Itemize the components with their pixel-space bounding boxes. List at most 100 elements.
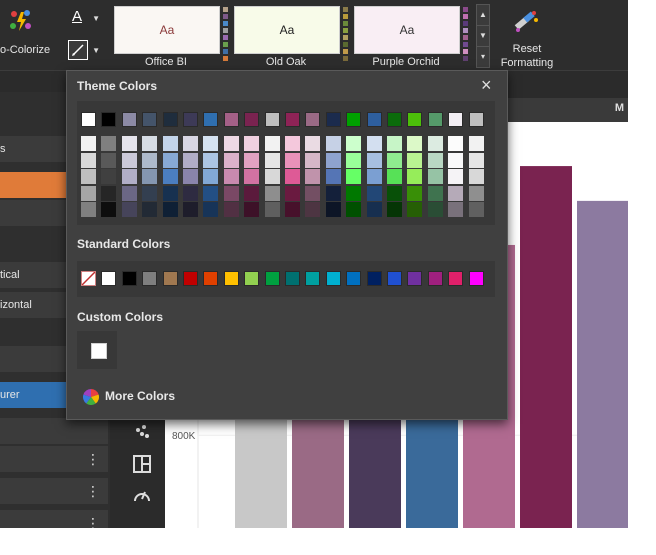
theme-shade-swatch[interactable] — [203, 152, 219, 168]
theme-shade-swatch[interactable] — [325, 152, 341, 168]
theme-shade-swatch[interactable] — [468, 169, 484, 184]
theme-shade-swatch[interactable] — [264, 169, 280, 184]
theme-shade-swatch[interactable] — [162, 152, 178, 168]
theme-shade-swatch[interactable] — [142, 202, 158, 217]
theme-shade-swatch[interactable] — [183, 152, 198, 168]
theme-shade-swatch[interactable] — [468, 152, 484, 168]
theme-shade-swatch[interactable] — [387, 202, 402, 217]
standard-color-swatch[interactable] — [346, 271, 362, 286]
theme-card[interactable]: Aa — [354, 6, 468, 61]
standard-color-swatch[interactable] — [387, 271, 402, 286]
standard-color-swatch[interactable] — [407, 271, 423, 286]
theme-shade-swatch[interactable] — [183, 136, 198, 151]
theme-shade-swatch[interactable] — [162, 136, 178, 151]
theme-shade-swatch[interactable] — [121, 202, 137, 217]
theme-shade-swatch[interactable] — [366, 152, 382, 168]
theme-color-swatch[interactable] — [427, 112, 443, 127]
theme-shade-swatch[interactable] — [346, 152, 362, 168]
scroll-down-icon[interactable]: ▼ — [477, 26, 489, 47]
theme-shade-swatch[interactable] — [81, 136, 96, 151]
theme-color-swatch[interactable] — [366, 112, 382, 127]
gauge-icon[interactable] — [124, 480, 160, 512]
theme-shade-swatch[interactable] — [305, 202, 321, 217]
theme-shade-swatch[interactable] — [325, 202, 341, 217]
theme-shade-swatch[interactable] — [407, 185, 423, 201]
standard-color-swatch[interactable] — [427, 271, 443, 286]
theme-shade-swatch[interactable] — [448, 169, 464, 184]
theme-color-swatch[interactable] — [203, 112, 219, 127]
theme-shade-swatch[interactable] — [81, 185, 96, 201]
theme-shade-swatch[interactable] — [407, 136, 423, 151]
theme-color-swatch[interactable] — [387, 112, 402, 127]
theme-shade-swatch[interactable] — [468, 185, 484, 201]
theme-card[interactable]: Aa — [114, 6, 228, 61]
standard-color-swatch[interactable] — [244, 271, 260, 286]
auto-colorize-icon[interactable] — [8, 8, 34, 34]
theme-shade-swatch[interactable] — [346, 169, 362, 184]
standard-color-swatch[interactable] — [264, 271, 280, 286]
settings-row[interactable]: ⋮ — [0, 510, 108, 528]
theme-shade-swatch[interactable] — [285, 152, 300, 168]
standard-color-swatch[interactable] — [223, 271, 239, 286]
theme-color-swatch[interactable] — [285, 112, 300, 127]
theme-name-label[interactable]: Office BI — [114, 56, 218, 68]
theme-shade-swatch[interactable] — [448, 202, 464, 217]
standard-color-swatch[interactable] — [162, 271, 178, 286]
theme-shade-swatch[interactable] — [121, 152, 137, 168]
theme-shade-swatch[interactable] — [101, 152, 117, 168]
theme-shade-swatch[interactable] — [81, 152, 96, 168]
theme-shade-swatch[interactable] — [366, 136, 382, 151]
standard-color-swatch[interactable] — [468, 271, 484, 286]
theme-shade-swatch[interactable] — [244, 136, 260, 151]
custom-color-tile[interactable] — [77, 331, 117, 369]
theme-shade-swatch[interactable] — [203, 136, 219, 151]
theme-shade-swatch[interactable] — [223, 152, 239, 168]
bar-7[interactable] — [577, 200, 628, 528]
theme-shade-swatch[interactable] — [285, 202, 300, 217]
theme-shade-swatch[interactable] — [121, 169, 137, 184]
theme-shade-swatch[interactable] — [366, 169, 382, 184]
theme-shade-swatch[interactable] — [387, 136, 402, 151]
theme-shade-swatch[interactable] — [223, 169, 239, 184]
theme-color-swatch[interactable] — [305, 112, 321, 127]
theme-color-swatch[interactable] — [101, 112, 117, 127]
theme-shade-swatch[interactable] — [142, 152, 158, 168]
theme-shade-swatch[interactable] — [387, 169, 402, 184]
fill-color-button[interactable]: ▼ — [66, 38, 102, 62]
theme-color-swatch[interactable] — [468, 112, 484, 127]
theme-color-swatch[interactable] — [264, 112, 280, 127]
theme-shade-swatch[interactable] — [162, 169, 178, 184]
theme-shade-swatch[interactable] — [325, 136, 341, 151]
theme-shade-swatch[interactable] — [407, 152, 423, 168]
more-options-icon[interactable]: ⋮ — [86, 446, 100, 472]
theme-shade-swatch[interactable] — [101, 136, 117, 151]
theme-shade-swatch[interactable] — [305, 185, 321, 201]
theme-color-swatch[interactable] — [183, 112, 198, 127]
standard-color-swatch[interactable] — [142, 271, 158, 286]
theme-shade-swatch[interactable] — [366, 185, 382, 201]
theme-name-label[interactable]: Old Oak — [234, 56, 338, 68]
reset-formatting-label[interactable]: Reset Formatting — [498, 42, 556, 70]
theme-shade-swatch[interactable] — [448, 185, 464, 201]
theme-shade-swatch[interactable] — [203, 185, 219, 201]
theme-shade-swatch[interactable] — [203, 169, 219, 184]
theme-shade-swatch[interactable] — [244, 185, 260, 201]
theme-shade-swatch[interactable] — [203, 202, 219, 217]
theme-shade-swatch[interactable] — [305, 136, 321, 151]
theme-shade-swatch[interactable] — [366, 202, 382, 217]
theme-shade-swatch[interactable] — [387, 185, 402, 201]
theme-shade-swatch[interactable] — [387, 152, 402, 168]
close-icon[interactable]: × — [481, 76, 497, 94]
theme-shade-swatch[interactable] — [325, 185, 341, 201]
theme-shade-swatch[interactable] — [448, 152, 464, 168]
theme-color-swatch[interactable] — [121, 112, 137, 127]
theme-shade-swatch[interactable] — [468, 202, 484, 217]
custom-color-swatch[interactable] — [91, 343, 107, 359]
theme-color-swatch[interactable] — [244, 112, 260, 127]
theme-shade-swatch[interactable] — [448, 136, 464, 151]
theme-shade-swatch[interactable] — [183, 202, 198, 217]
treemap-icon[interactable] — [124, 448, 160, 480]
theme-color-swatch[interactable] — [346, 112, 362, 127]
theme-shade-swatch[interactable] — [183, 169, 198, 184]
settings-row[interactable]: ⋮ — [0, 478, 108, 504]
